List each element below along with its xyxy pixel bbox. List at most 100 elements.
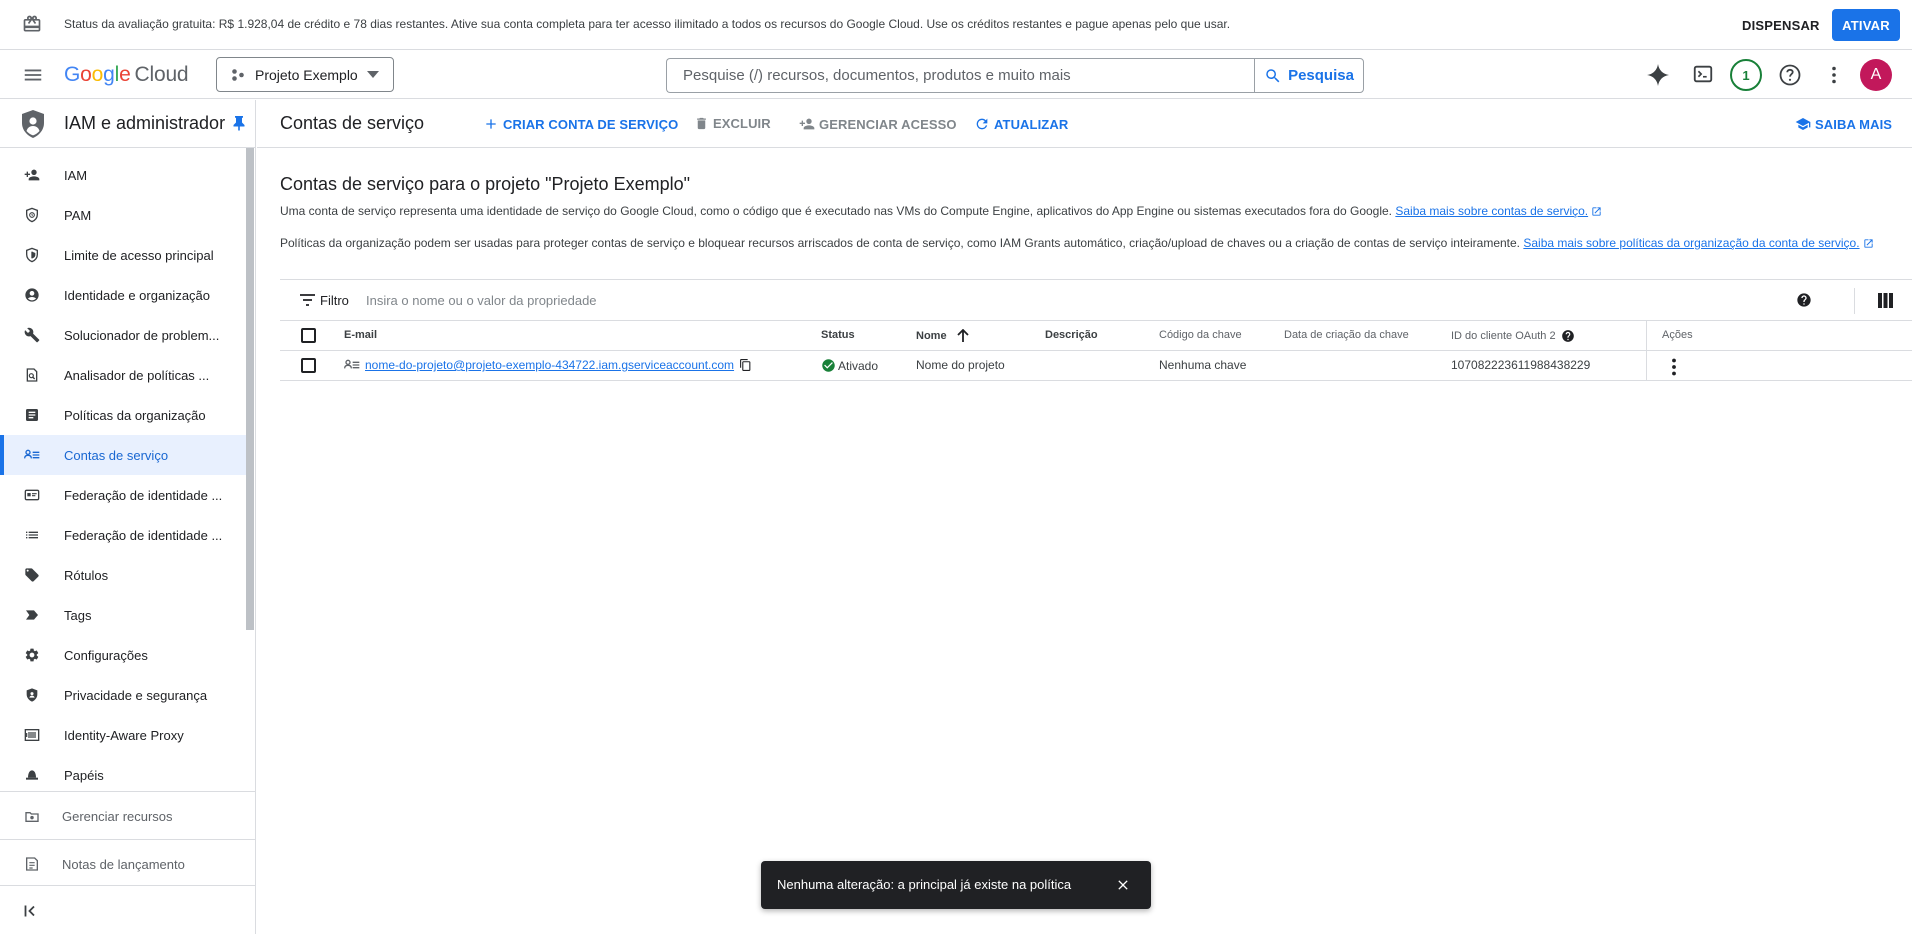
sidebar-item-settings[interactable]: Configurações (0, 635, 246, 675)
status-cell: Ativado (821, 358, 878, 373)
sidebar-item-workload-identity-federation[interactable]: Federação de identidade ... (0, 475, 246, 515)
row-actions-menu-icon[interactable] (1666, 358, 1682, 376)
service-account-icon (344, 358, 360, 372)
refresh-button[interactable]: ATUALIZAR (974, 116, 1068, 132)
sidebar-item-release-notes[interactable]: Notas de lançamento (0, 839, 256, 887)
gemini-sparkle-icon[interactable] (1646, 63, 1670, 87)
avatar[interactable]: A (1860, 59, 1892, 91)
filter-label: Filtro (320, 293, 349, 308)
project-name: Projeto Exemplo (255, 66, 358, 83)
filter-bar[interactable]: Filtro Insira o nome ou o valor da propr… (280, 279, 1912, 321)
close-icon[interactable] (1115, 877, 1131, 893)
top-header: GoogleCloud Projeto Exemplo Pesquisa 1 A (0, 51, 1912, 99)
column-header-email[interactable]: E-mail (344, 329, 377, 341)
service-account-icon (24, 447, 40, 463)
collapse-left-icon (24, 904, 38, 918)
column-header-status[interactable]: Status (821, 329, 855, 341)
more-vertical-icon[interactable] (1822, 63, 1846, 87)
column-header-oauth-id[interactable]: ID do cliente OAuth 2 (1451, 329, 1575, 343)
badge-icon (24, 487, 40, 503)
gear-icon (24, 647, 40, 663)
learn-more-org-policies-link[interactable]: Saiba mais sobre políticas da organizaçã… (1523, 236, 1859, 250)
row-checkbox[interactable] (301, 358, 316, 373)
table-row: nome-do-projeto@projeto-exemplo-434722.i… (280, 351, 1912, 381)
plus-icon (483, 116, 503, 132)
sidebar-item-identity-organization[interactable]: Identidade e organização (0, 275, 246, 315)
column-header-description[interactable]: Descrição (1045, 329, 1098, 341)
sidebar-item-pam[interactable]: PAM (0, 195, 246, 235)
list-icon (24, 527, 40, 543)
policy-analyzer-icon (24, 367, 40, 383)
snackbar-message: Nenhuma alteração: a principal já existe… (777, 877, 1072, 892)
gift-icon (22, 14, 42, 34)
sidebar-item-tags[interactable]: Tags (0, 595, 246, 635)
oauth-id-cell: 107082223611988438229 (1451, 358, 1591, 372)
sidebar-item-roles[interactable]: Papéis (0, 755, 246, 795)
search-button-label: Pesquisa (1288, 67, 1354, 84)
school-icon (1795, 116, 1815, 132)
description-service-accounts: Uma conta de serviço representa uma iden… (280, 204, 1602, 218)
table-help-icon[interactable] (1796, 292, 1812, 308)
filter-input[interactable]: Insira o nome ou o valor da propriedade (366, 293, 597, 308)
search-input[interactable] (667, 59, 1254, 92)
sidebar-item-service-accounts[interactable]: Contas de serviço (0, 435, 246, 475)
sidebar-item-labels[interactable]: Rótulos (0, 555, 246, 595)
dismiss-button[interactable]: DISPENSAR (1734, 10, 1828, 40)
google-cloud-logo[interactable]: Google Cloud (64, 63, 189, 87)
learn-more-service-accounts-link[interactable]: Saiba mais sobre contas de serviço. (1395, 204, 1588, 218)
help-icon[interactable] (1778, 63, 1802, 87)
pin-icon[interactable] (232, 115, 246, 131)
help-icon[interactable] (1561, 329, 1575, 343)
wrench-icon (24, 327, 40, 343)
menu-icon[interactable] (22, 64, 44, 86)
sidebar-item-identity-aware-proxy[interactable]: Identity-Aware Proxy (0, 715, 246, 755)
label-tag-icon (24, 567, 40, 583)
toolbar-divider (1854, 288, 1855, 314)
person-add-icon (799, 116, 819, 132)
sidebar-scrollbar[interactable] (246, 148, 254, 630)
delete-button[interactable]: EXCLUIR (694, 116, 771, 131)
column-header-key-id[interactable]: Código da chave (1159, 329, 1242, 341)
activate-button[interactable]: ATIVAR (1832, 9, 1900, 41)
proxy-icon (24, 727, 40, 743)
manage-resources-icon (24, 808, 40, 824)
sidebar-item-principal-access-boundary[interactable]: Limite de acesso principal (0, 235, 246, 275)
privacy-shield-icon (24, 687, 40, 703)
check-circle-icon (821, 358, 836, 373)
sidebar-item-troubleshooter[interactable]: Solucionador de problem... (0, 315, 246, 355)
notifications-badge[interactable]: 1 (1730, 59, 1762, 91)
sidebar-item-workforce-identity-federation[interactable]: Federação de identidade ... (0, 515, 246, 555)
column-header-name[interactable]: Nome (916, 329, 969, 342)
search-icon (1264, 67, 1288, 85)
table-header-row: E-mail Status Nome Descrição Código da c… (280, 321, 1912, 351)
sidebar: IAM e administrador IAM PAM Limite de ac… (0, 100, 256, 934)
email-cell: nome-do-projeto@projeto-exemplo-434722.i… (344, 358, 752, 372)
column-header-key-created[interactable]: Data de criação da chave (1284, 329, 1409, 341)
collapse-sidebar-button[interactable] (0, 885, 256, 934)
sidebar-item-iam[interactable]: IAM (0, 155, 246, 195)
sidebar-title: IAM e administrador (64, 113, 226, 133)
project-selector[interactable]: Projeto Exemplo (216, 57, 394, 92)
sidebar-item-org-policies[interactable]: Políticas da organização (0, 395, 246, 435)
sidebar-header: IAM e administrador (0, 100, 256, 148)
key-id-cell: Nenhuma chave (1159, 358, 1247, 372)
search-box (666, 58, 1254, 93)
learn-more-button[interactable]: SAIBA MAIS (1795, 116, 1892, 132)
refresh-icon (974, 116, 994, 132)
sidebar-item-privacy-security[interactable]: Privacidade e segurança (0, 675, 246, 715)
status-badge: Ativado (838, 358, 879, 373)
create-service-account-button[interactable]: CRIAR CONTA DE SERVIÇO (483, 116, 678, 132)
shield-boundary-icon (24, 247, 40, 263)
cloud-shell-terminal-icon[interactable] (1692, 63, 1714, 85)
sidebar-item-policy-analyzer[interactable]: Analisador de políticas ... (0, 355, 246, 395)
column-display-icon[interactable] (1878, 293, 1893, 308)
sidebar-footer: Gerenciar recursos Notas de lançamento (0, 791, 256, 887)
copy-icon[interactable] (739, 358, 752, 372)
service-account-email-link[interactable]: nome-do-projeto@projeto-exemplo-434722.i… (365, 358, 734, 372)
chevron-down-icon (367, 71, 379, 79)
sidebar-item-manage-resources[interactable]: Gerenciar recursos (0, 791, 256, 839)
roles-hat-icon (24, 767, 40, 783)
select-all-checkbox[interactable] (301, 328, 316, 343)
manage-access-button[interactable]: GERENCIAR ACESSO (799, 116, 957, 132)
search-button[interactable]: Pesquisa (1254, 58, 1364, 93)
